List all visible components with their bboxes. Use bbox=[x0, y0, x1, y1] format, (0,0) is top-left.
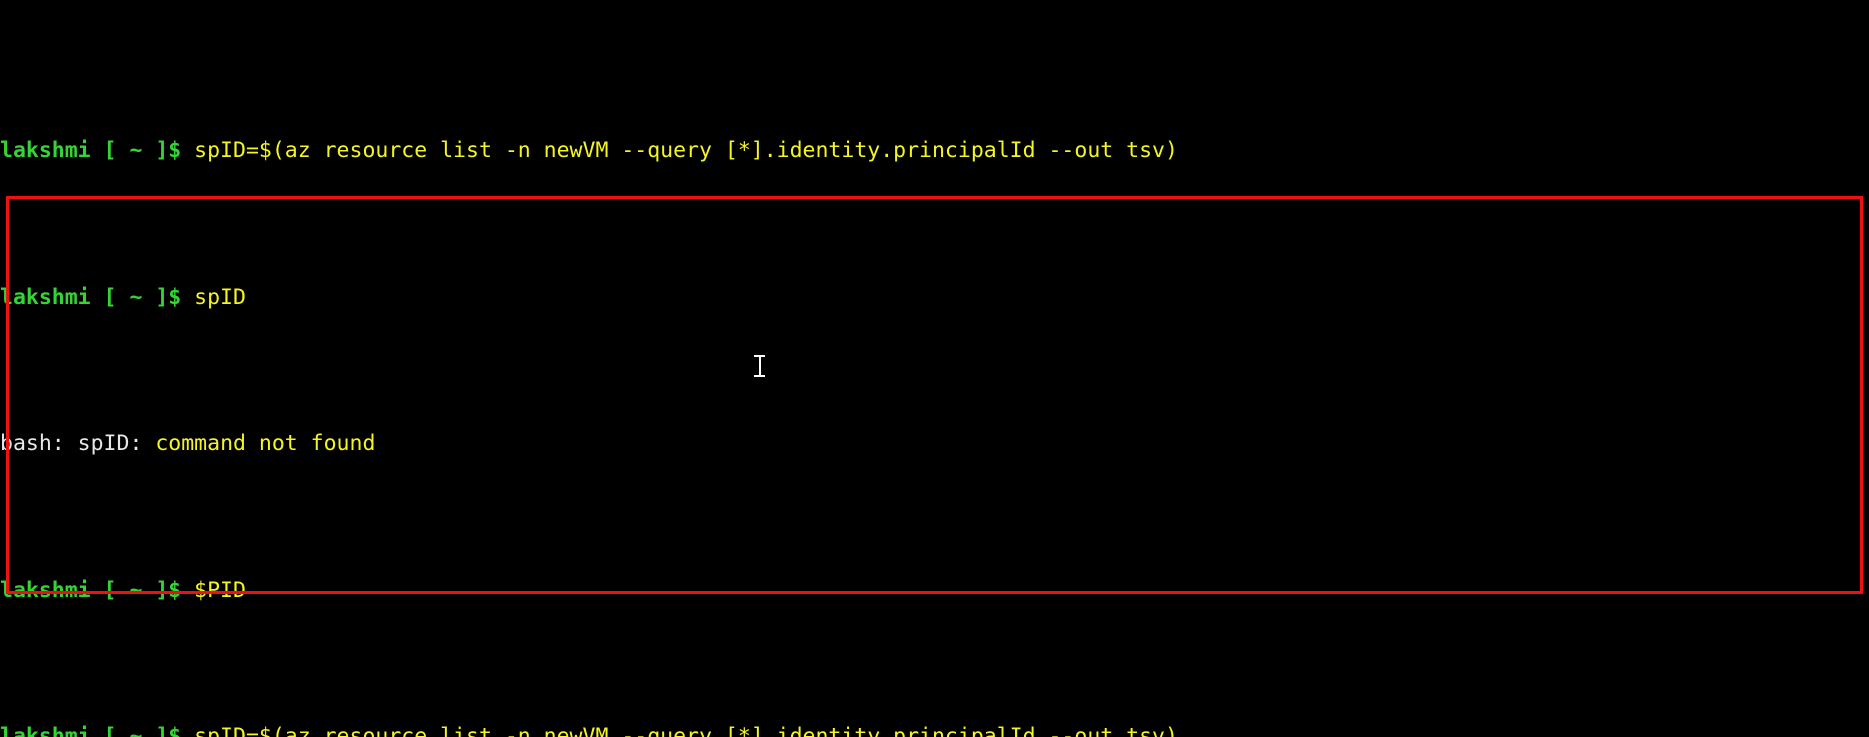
terminal-line: lakshmi [ ~ ]$ $PID bbox=[0, 576, 1869, 605]
terminal-line: lakshmi [ ~ ]$ spID=$(az resource list -… bbox=[0, 136, 1869, 165]
command-text: spID bbox=[194, 284, 246, 310]
shell-prompt: lakshmi [ ~ ]$ bbox=[0, 284, 195, 310]
terminal-window[interactable]: lakshmi [ ~ ]$ spID=$(az resource list -… bbox=[0, 0, 1869, 737]
shell-prompt: lakshmi [ ~ ]$ bbox=[0, 138, 195, 164]
terminal-output-area[interactable]: lakshmi [ ~ ]$ spID=$(az resource list -… bbox=[0, 19, 1869, 737]
shell-prompt: lakshmi [ ~ ]$ bbox=[0, 577, 195, 603]
command-text: spID=$(az resource list -n newVM --query… bbox=[194, 724, 1178, 737]
command-text: $PID bbox=[194, 577, 246, 603]
error-prefix: bash: spID: bbox=[0, 431, 156, 457]
terminal-line: lakshmi [ ~ ]$ spID bbox=[0, 283, 1869, 312]
terminal-line-error: bash: spID: command not found bbox=[0, 429, 1869, 458]
error-message: command not found bbox=[155, 431, 376, 457]
shell-prompt: lakshmi [ ~ ]$ bbox=[0, 724, 195, 737]
command-text: spID=$(az resource list -n newVM --query… bbox=[194, 138, 1178, 164]
terminal-line: lakshmi [ ~ ]$ spID=$(az resource list -… bbox=[0, 722, 1869, 737]
